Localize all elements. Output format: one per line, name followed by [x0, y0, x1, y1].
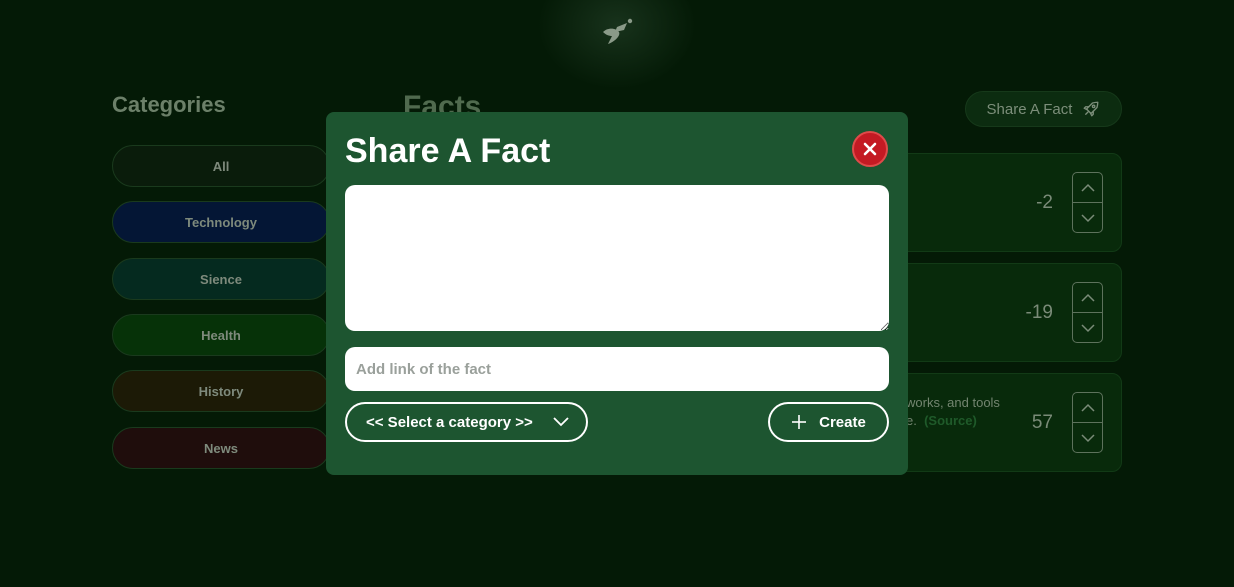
chevron-down-icon [1080, 434, 1095, 443]
category-all-button[interactable]: All [112, 145, 330, 187]
chevron-down-icon [553, 417, 569, 427]
chevron-up-icon [1080, 403, 1095, 412]
share-fact-modal: Share A Fact << Select a category >> Cre… [326, 112, 908, 475]
share-fact-button[interactable]: Share A Fact [965, 91, 1122, 127]
upvote-button[interactable] [1073, 393, 1102, 423]
create-button[interactable]: Create [768, 402, 889, 442]
close-button[interactable] [852, 131, 888, 167]
rocket-icon [1084, 101, 1099, 117]
category-technology-button[interactable]: Technology [112, 201, 330, 243]
downvote-button[interactable] [1073, 313, 1102, 343]
downvote-button[interactable] [1073, 423, 1102, 453]
vote-controls [1072, 392, 1103, 453]
categories-title: Categories [112, 92, 226, 117]
category-history-button[interactable]: History [112, 370, 330, 412]
share-fact-label: Share A Fact [986, 100, 1073, 118]
fact-card: -19 [895, 263, 1122, 362]
vote-count: -2 [1036, 192, 1053, 213]
chevron-down-icon [1080, 214, 1095, 223]
modal-title: Share A Fact [345, 132, 551, 170]
fact-text: works, and tools e. (Source) [906, 394, 1000, 430]
fact-card: -2 [895, 153, 1122, 252]
category-select-label: << Select a category >> [366, 413, 533, 431]
vote-count: 57 [1031, 412, 1053, 433]
vote-count: -19 [1025, 302, 1053, 323]
chevron-up-icon [1080, 183, 1095, 192]
downvote-button[interactable] [1073, 203, 1102, 233]
category-news-button[interactable]: News [112, 427, 330, 469]
fact-text-line: works, and tools [906, 395, 1000, 410]
create-label: Create [819, 413, 866, 431]
fact-card: works, and tools e. (Source) 57 [895, 373, 1122, 472]
vote-controls [1072, 282, 1103, 343]
upvote-button[interactable] [1073, 283, 1102, 313]
close-icon [863, 142, 877, 156]
logo-icon [603, 18, 633, 44]
chevron-down-icon [1080, 324, 1095, 333]
category-health-button[interactable]: Health [112, 314, 330, 356]
category-select[interactable]: << Select a category >> [345, 402, 588, 442]
fact-link-input[interactable] [345, 347, 889, 391]
upvote-button[interactable] [1073, 173, 1102, 203]
fact-source-link[interactable]: (Source) [924, 413, 977, 428]
vote-controls [1072, 172, 1103, 233]
fact-textarea[interactable] [345, 185, 889, 331]
plus-icon [792, 415, 807, 429]
chevron-up-icon [1080, 293, 1095, 302]
category-science-button[interactable]: Sience [112, 258, 330, 300]
